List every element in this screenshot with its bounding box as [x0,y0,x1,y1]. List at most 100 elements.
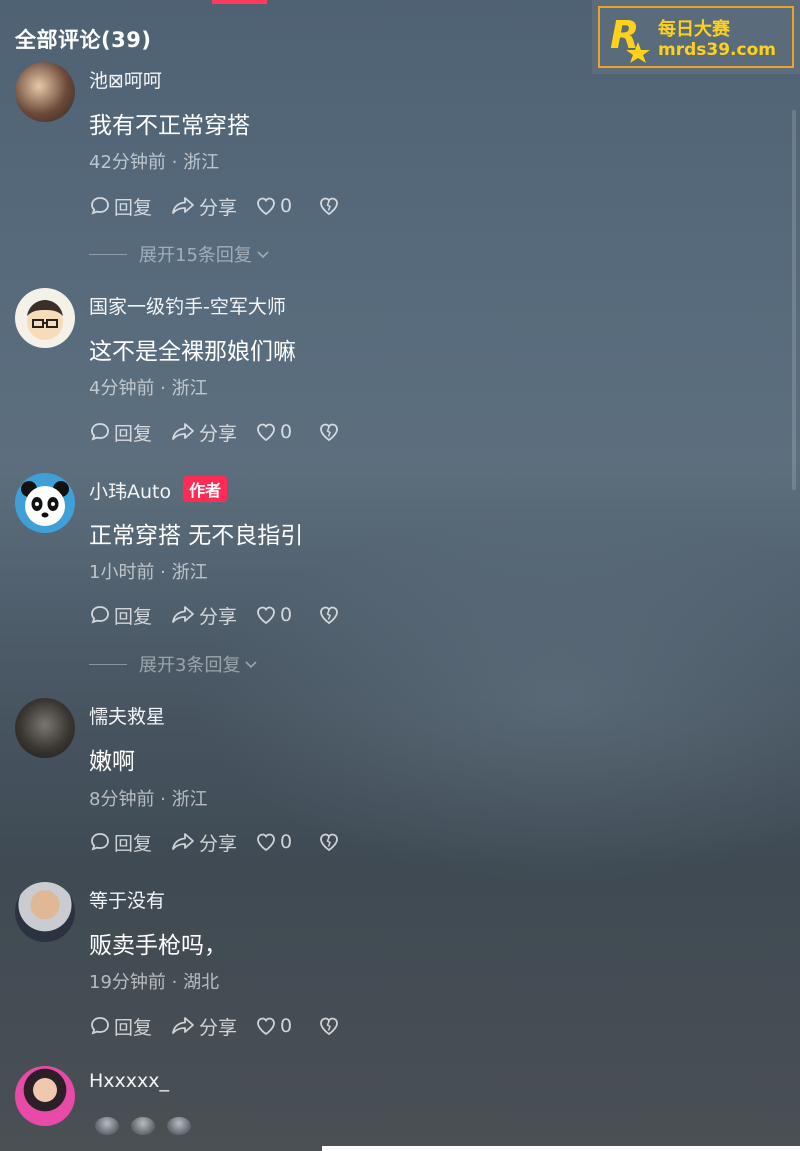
reply-label: 回复 [114,196,153,219]
dislike-button[interactable] [318,195,343,217]
reply-label: 回复 [114,422,153,445]
comments-header-title: 全部评论(39) [15,28,152,52]
comment-text: 正常穿搭 无不良指引 [89,523,304,549]
comment-text: 嫩啊 [89,749,135,775]
reply-bubble-icon [91,197,109,215]
share-button[interactable]: 分享 [170,193,237,220]
comment-meta: 1小时前 · 浙江 [89,562,208,583]
share-arrow-icon [172,423,194,440]
heart-icon [257,423,275,442]
avatar[interactable] [15,1066,75,1126]
heart-icon [257,833,275,852]
chevron-down-icon [257,251,269,259]
like-count: 0 [280,604,293,626]
share-button[interactable]: 分享 [170,602,237,629]
avatar[interactable] [15,882,75,942]
divider-line [89,663,127,665]
comment-text: 我有不正常穿搭 [89,113,250,139]
reply-button[interactable]: 回复 [89,602,152,629]
like-button[interactable]: 0 [255,831,292,853]
watermark: R 每日大赛 mrds39.com [592,0,800,74]
share-button[interactable]: 分享 [170,419,237,446]
avatar[interactable] [15,473,75,533]
comment-meta: 19分钟前 · 湖北 [89,972,220,993]
reply-label: 回复 [114,832,153,855]
expand-replies-label: 展开3条回复 [139,655,241,676]
reply-button[interactable]: 回复 [89,193,152,220]
dislike-button[interactable] [318,604,343,626]
reply-label: 回复 [114,605,153,628]
comment-username[interactable]: 等于没有 [89,886,165,913]
avatar[interactable] [15,288,75,348]
comment-username[interactable]: 懦夫救星 [89,702,165,729]
watermark-logo-icon: R [610,13,650,63]
comment-actions: 回复 分享 0 [89,418,361,446]
like-button[interactable]: 0 [255,195,292,217]
comment-meta: 4分钟前 · 浙江 [89,378,208,399]
active-tab-indicator [212,0,267,4]
share-arrow-icon [172,833,194,850]
reply-button[interactable]: 回复 [89,419,152,446]
share-arrow-icon [172,606,194,623]
watermark-url: mrds39.com [658,40,776,60]
heart-icon [257,1017,275,1036]
share-arrow-icon [172,197,194,214]
broken-heart-icon [320,1017,339,1036]
share-label: 分享 [199,605,238,628]
like-button[interactable]: 0 [255,1015,292,1037]
comment-meta: 42分钟前 · 浙江 [89,152,220,173]
sticker-emoji-icon [131,1117,155,1135]
share-arrow-icon [172,1017,194,1034]
author-badge: 作者 [183,476,228,502]
heart-icon [257,197,275,216]
reply-button[interactable]: 回复 [89,1013,152,1040]
broken-heart-icon [320,197,339,216]
chevron-down-icon [245,661,258,669]
comment-username[interactable]: 池⊠呵呵 [89,66,162,93]
like-count: 0 [280,421,293,443]
dislike-button[interactable] [318,831,343,853]
comment-username[interactable]: 国家一级钓手-空军大师 [89,292,286,319]
share-label: 分享 [199,422,238,445]
avatar[interactable] [15,698,75,758]
broken-heart-icon [320,606,339,625]
sticker-emoji-icon [167,1117,191,1135]
comment-username[interactable]: Hxxxxx_ [89,1070,169,1092]
comment-actions: 回复 分享 0 [89,828,361,856]
share-button[interactable]: 分享 [170,829,237,856]
reply-label: 回复 [114,1016,153,1039]
avatar[interactable] [15,62,75,122]
comment-meta: 8分钟前 · 浙江 [89,789,208,810]
comment-text: 贩卖手枪吗， [89,933,227,959]
comment-username[interactable]: 小玮Auto 作者 [89,476,228,504]
divider-line [89,253,127,255]
heart-icon [257,606,275,625]
dislike-button[interactable] [318,421,343,443]
share-label: 分享 [199,1016,238,1039]
reply-bubble-icon [91,606,109,624]
bottom-input-bar[interactable] [322,1146,800,1151]
like-button[interactable]: 0 [255,421,292,443]
reply-bubble-icon [91,833,109,851]
share-button[interactable]: 分享 [170,1013,237,1040]
cartoon-face-icon [27,300,63,340]
share-label: 分享 [199,832,238,855]
sticker-emoji-icon [95,1117,119,1135]
comment-text: 这不是全裸那娘们嘛 [89,339,296,365]
comment-actions: 回复 分享 0 [89,601,361,629]
username-text: 小玮Auto [89,481,172,503]
like-count: 0 [280,1015,293,1037]
panda-icon [21,481,69,526]
broken-heart-icon [320,423,339,442]
emoji-sticker-row [95,1117,203,1135]
like-button[interactable]: 0 [255,604,292,626]
expand-replies-button[interactable]: 展开15条回复 [89,241,271,267]
like-count: 0 [280,831,293,853]
reply-button[interactable]: 回复 [89,829,152,856]
dislike-button[interactable] [318,1015,343,1037]
watermark-title: 每日大赛 [658,19,730,40]
like-count: 0 [280,195,293,217]
reply-bubble-icon [91,1017,109,1035]
expand-replies-button[interactable]: 展开3条回复 [89,651,259,677]
scrollbar[interactable] [792,110,796,490]
